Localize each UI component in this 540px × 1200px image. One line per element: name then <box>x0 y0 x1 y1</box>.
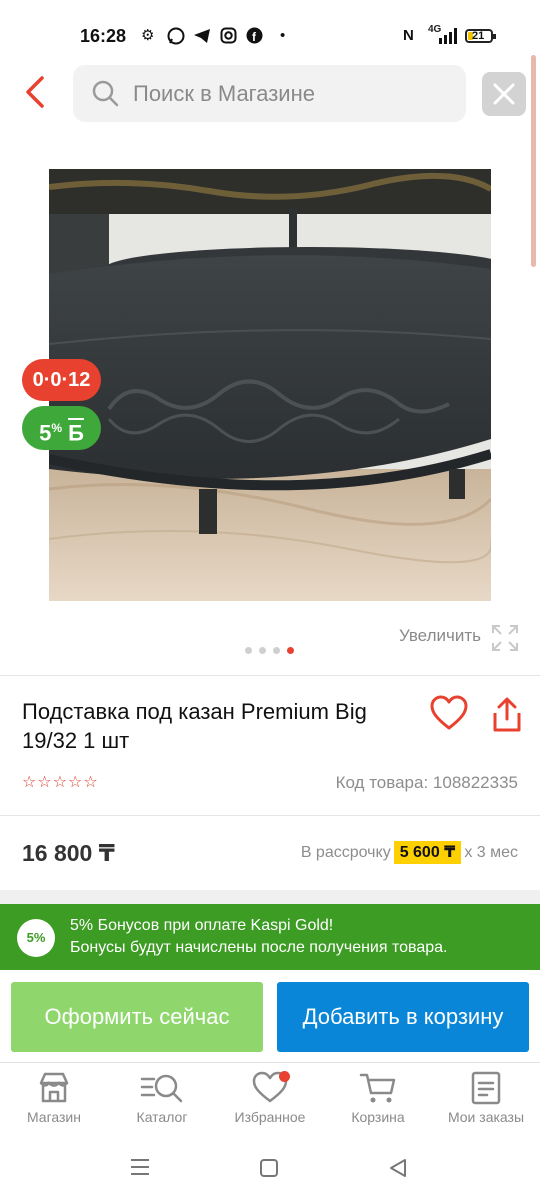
share-icon[interactable] <box>491 697 523 733</box>
divider <box>0 815 540 816</box>
zoom-label[interactable]: Увеличить <box>399 626 481 646</box>
back-chevron-icon[interactable] <box>18 72 58 112</box>
whatsapp-icon <box>167 27 185 45</box>
battery-level: 21 <box>472 30 485 42</box>
expand-icon[interactable] <box>491 624 519 652</box>
back-triangle-icon[interactable] <box>388 1158 408 1178</box>
notification-dot <box>279 1071 290 1082</box>
favorite-heart-icon[interactable] <box>430 695 468 731</box>
recent-apps-icon[interactable] <box>130 1158 150 1176</box>
product-price: 16 800 ₸ <box>22 840 115 866</box>
nfc-icon: N <box>403 27 414 44</box>
page-dot[interactable] <box>259 647 266 654</box>
more-dot-icon: • <box>280 27 286 44</box>
system-nav-bar <box>0 1142 540 1200</box>
orders-icon <box>471 1071 501 1105</box>
search-placeholder: Поиск в Магазине <box>133 81 315 106</box>
signal-icon <box>439 28 457 44</box>
facebook-icon: f <box>246 27 263 44</box>
installment-info: В рассрочку 5 600 ₸ x 3 мес <box>300 841 518 864</box>
scrollbar[interactable] <box>531 55 536 267</box>
promo-line-1: 5% Бонусов при оплате Kaspi Gold! <box>70 917 334 934</box>
battery-icon: 21 <box>465 29 493 43</box>
nav-label: Избранное <box>234 1109 306 1125</box>
installment-amount: 5 600 ₸ <box>393 841 462 864</box>
bonus-value: 5 <box>39 420 52 446</box>
settings-icon: ⚙ <box>141 27 155 44</box>
installment-suffix: x 3 мес <box>464 844 518 861</box>
page-dot-active[interactable] <box>287 647 294 654</box>
divider <box>0 675 540 676</box>
product-image[interactable] <box>49 169 491 601</box>
bonus-badge: 5% Б <box>22 406 101 450</box>
bonus-promo-banner: 5% 5% Бонусов при оплате Kaspi Gold! Бон… <box>0 904 540 970</box>
nav-item-cart[interactable]: Корзина <box>324 1071 432 1125</box>
section-divider <box>0 890 540 904</box>
nav-item-orders[interactable]: Мои заказы <box>432 1071 540 1125</box>
rating-stars[interactable]: ☆☆☆☆☆ <box>22 772 99 792</box>
nav-label: Корзина <box>351 1109 405 1125</box>
close-button[interactable] <box>482 72 526 116</box>
status-bar: 16:28 ⚙ f • N 4G 21 <box>0 0 540 60</box>
page-dot[interactable] <box>273 647 280 654</box>
add-to-cart-button[interactable]: Добавить в корзину <box>277 982 529 1052</box>
store-icon <box>39 1072 69 1103</box>
cart-icon <box>359 1073 396 1103</box>
page-dot[interactable] <box>245 647 252 654</box>
search-icon <box>92 80 119 107</box>
product-title: Подставка под казан Premium Big 19/32 1 … <box>22 699 367 753</box>
bonus-unit: % <box>51 421 62 435</box>
telegram-icon <box>194 29 210 43</box>
nav-item-store[interactable]: Магазин <box>0 1071 108 1125</box>
bonus-currency: Б <box>68 420 84 446</box>
installment-badge: 0·0·12 <box>22 359 101 401</box>
bottom-nav: Магазин Каталог Избранное Корзина Мои за… <box>0 1062 540 1143</box>
status-time: 16:28 <box>80 26 127 46</box>
battery-tip <box>493 34 496 39</box>
buy-now-button[interactable]: Оформить сейчас <box>11 982 263 1052</box>
installment-prefix: В рассрочку <box>300 844 391 861</box>
nav-label: Магазин <box>26 1109 81 1125</box>
nav-label: Мои заказы <box>447 1109 525 1125</box>
instagram-icon <box>220 27 237 44</box>
promo-line-2: Бонусы будут начислены после получения т… <box>70 939 448 956</box>
nav-item-catalog[interactable]: Каталог <box>108 1071 216 1125</box>
home-icon[interactable] <box>259 1158 279 1178</box>
nav-item-favorites[interactable]: Избранное <box>216 1071 324 1125</box>
promo-badge: 5% <box>17 919 55 957</box>
nav-label: Каталог <box>136 1109 188 1125</box>
product-code: Код товара: 108822335 <box>335 773 518 792</box>
catalog-search-icon <box>140 1074 183 1103</box>
search-input[interactable]: Поиск в Магазине <box>73 65 466 122</box>
